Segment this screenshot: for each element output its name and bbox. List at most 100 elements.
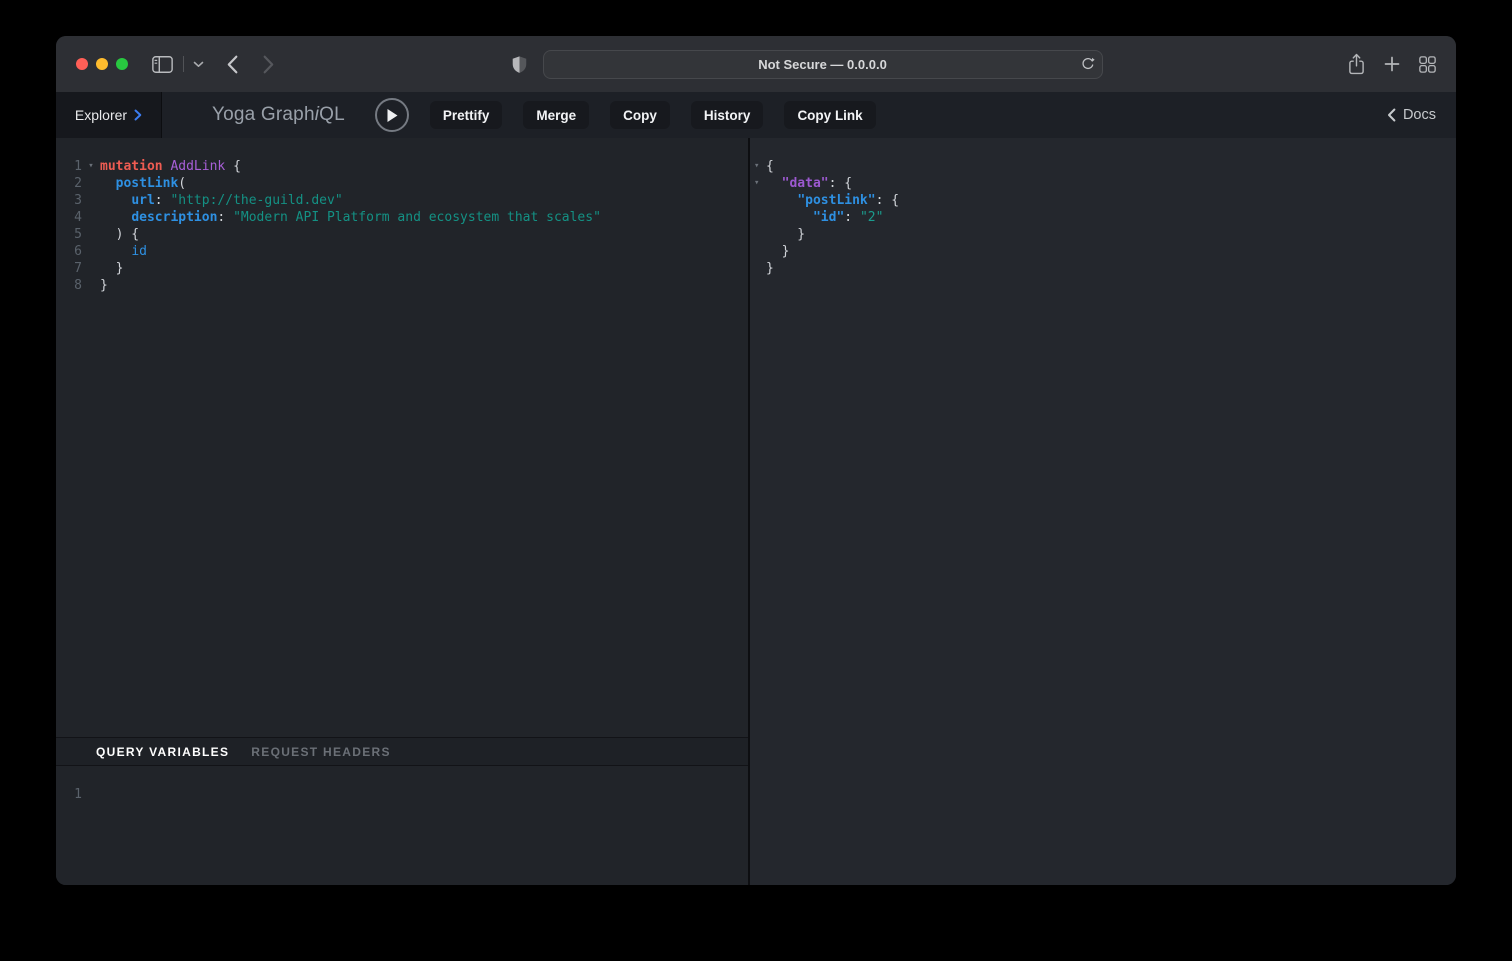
code-text: id [100,243,147,260]
code-text: mutation AddLink { [100,158,241,175]
toolbar-button-prettify[interactable]: Prettify [430,101,503,129]
browser-titlebar: Not Secure — 0.0.0.0 [56,36,1456,92]
code-text: } [766,243,789,260]
chevron-left-icon [1387,108,1396,122]
tab-grid-icon [1419,56,1436,73]
response-code-line: } [750,260,1456,277]
minimize-window-button[interactable] [96,58,108,70]
code-text: } [100,260,123,277]
query-editor[interactable]: 1▾mutation AddLink {2 postLink(3 url: "h… [56,138,748,737]
editor-tools-tabbar: QUERY VARIABLES REQUEST HEADERS [56,737,748,766]
line-number: 6 [56,243,82,260]
chevron-down-icon [193,61,204,68]
toolbar-divider [183,56,184,72]
tab-request-headers[interactable]: REQUEST HEADERS [251,745,391,759]
line-number: 1 [56,786,82,803]
fold-arrow-icon[interactable]: ▾ [82,158,100,175]
workspace: 1▾mutation AddLink {2 postLink(3 url: "h… [56,138,1456,885]
tab-overview-button[interactable] [1419,56,1436,73]
address-bar-text: Not Secure — 0.0.0.0 [758,57,887,72]
line-number: 1 [56,158,82,175]
docs-button[interactable]: Docs [1387,107,1436,123]
explorer-panel-toggle[interactable]: Explorer [56,92,162,138]
code-text: ) { [100,226,139,243]
code-text: url: "http://the-guild.dev" [100,192,343,209]
fold-gutter [82,260,100,277]
response-code-line: ▾{ [750,158,1456,175]
sidebar-toggle-button[interactable] [152,56,173,73]
address-bar[interactable]: Not Secure — 0.0.0.0 [543,50,1103,79]
query-code-line: 7 } [56,260,748,277]
forward-button[interactable] [263,55,274,74]
response-code-line: ▾ "data": { [750,175,1456,192]
query-code-line: 4 description: "Modern API Platform and … [56,209,748,226]
code-text: } [100,277,108,294]
fold-gutter [82,175,100,192]
response-viewer: ▾{▾ "data": { "postLink": { "id": "2" } … [750,138,1456,885]
docs-label: Docs [1403,107,1436,123]
forward-chevron-icon [263,55,274,74]
variables-code-line: 1 [56,786,748,803]
code-text: } [766,226,805,243]
query-variables-editor[interactable]: 1 [56,766,748,885]
fold-gutter [750,243,766,260]
back-chevron-icon [227,55,238,74]
share-button[interactable] [1348,53,1365,75]
code-text: } [766,260,774,277]
play-icon [385,108,399,123]
code-text: description: "Modern API Platform and ec… [100,209,601,226]
close-window-button[interactable] [76,58,88,70]
address-bar-zone: Not Secure — 0.0.0.0 [274,50,1340,79]
code-text: postLink( [100,175,186,192]
fold-gutter [82,277,100,294]
execute-query-button[interactable] [375,98,409,132]
response-code-line: } [750,226,1456,243]
toolbar-button-copy-link[interactable]: Copy Link [784,101,875,129]
reload-icon [1081,57,1095,71]
query-code-line: 8} [56,277,748,294]
fold-gutter [82,786,100,803]
app-title: Yoga GraphiQL [212,104,345,126]
response-code-line: } [750,243,1456,260]
sidebar-dropdown-button[interactable] [193,61,204,68]
line-number: 2 [56,175,82,192]
query-code-line: 3 url: "http://the-guild.dev" [56,192,748,209]
line-number: 8 [56,277,82,294]
browser-toolbar-right [1348,53,1436,75]
query-code-line: 6 id [56,243,748,260]
line-number: 5 [56,226,82,243]
response-code-line: "postLink": { [750,192,1456,209]
plus-icon [1384,56,1400,72]
toolbar-button-merge[interactable]: Merge [523,101,589,129]
back-button[interactable] [227,55,238,74]
code-text: { [766,158,774,175]
toolbar-actions: Prettify Merge Copy History Copy Link [430,101,876,129]
explorer-label: Explorer [75,107,127,123]
tab-query-variables[interactable]: QUERY VARIABLES [96,745,229,759]
privacy-shield-icon [512,55,527,74]
query-code-line: 1▾mutation AddLink { [56,158,748,175]
fold-gutter [750,192,766,209]
privacy-report-button[interactable] [512,55,527,74]
fold-gutter [82,226,100,243]
toolbar-button-history[interactable]: History [691,101,764,129]
reload-button[interactable] [1081,57,1095,71]
fold-arrow-icon[interactable]: ▾ [750,175,766,192]
code-text: "id": "2" [766,209,883,226]
line-number: 4 [56,209,82,226]
code-text: "data": { [766,175,852,192]
fold-gutter [82,209,100,226]
fold-gutter [82,192,100,209]
new-tab-button[interactable] [1384,56,1400,72]
browser-window: Not Secure — 0.0.0.0 [56,36,1456,885]
chevron-right-icon [134,109,142,121]
fold-gutter [750,209,766,226]
fold-gutter [750,260,766,277]
toolbar-button-copy[interactable]: Copy [610,101,670,129]
code-text: "postLink": { [766,192,899,209]
fold-arrow-icon[interactable]: ▾ [750,158,766,175]
line-number: 3 [56,192,82,209]
editor-pane: 1▾mutation AddLink {2 postLink(3 url: "h… [56,138,748,885]
query-code-line: 2 postLink( [56,175,748,192]
zoom-window-button[interactable] [116,58,128,70]
